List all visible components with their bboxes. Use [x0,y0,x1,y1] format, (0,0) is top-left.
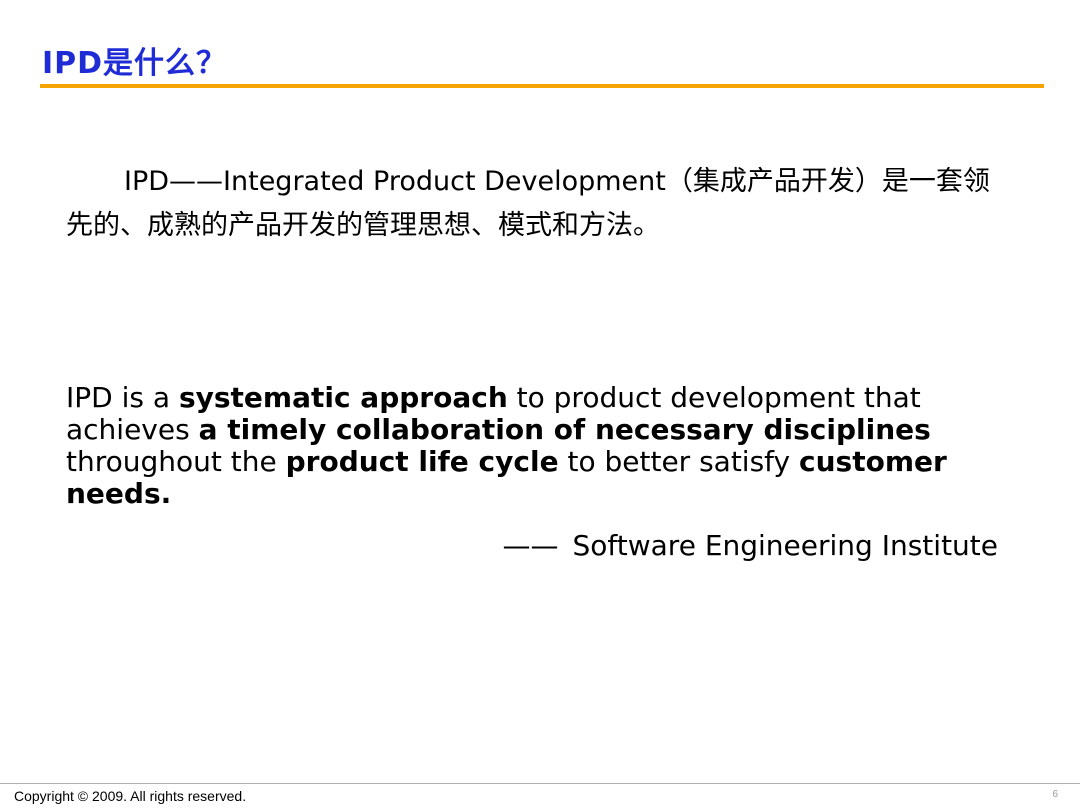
quote-segment-bold: a timely collaboration of necessary disc… [198,413,931,446]
quote-segment: IPD is a [66,381,179,414]
definition-text: IPD——Integrated Product Development（集成产品… [66,166,990,241]
title-underline [40,84,1044,88]
quote-segment-bold: product life cycle [285,445,559,478]
quote-segment: throughout the [66,445,286,478]
attribution-dash: —— [502,529,559,562]
quote-attribution: —— Software Engineering Institute [502,526,998,566]
ipd-definition: IPD——Integrated Product Development（集成产品… [66,160,1006,248]
page-number: 6 [1052,789,1058,800]
quote-segment-bold: systematic approach [178,381,508,414]
footer-divider [0,783,1080,784]
slide-title: IPD是什么？ [42,46,228,81]
attribution-source: Software Engineering Institute [572,529,998,562]
ipd-quote: IPD is a systematic approach to product … [66,382,966,510]
quote-segment: to better satisfy [558,445,800,478]
footer-copyright: Copyright © 2009. All rights reserved. [14,788,247,804]
